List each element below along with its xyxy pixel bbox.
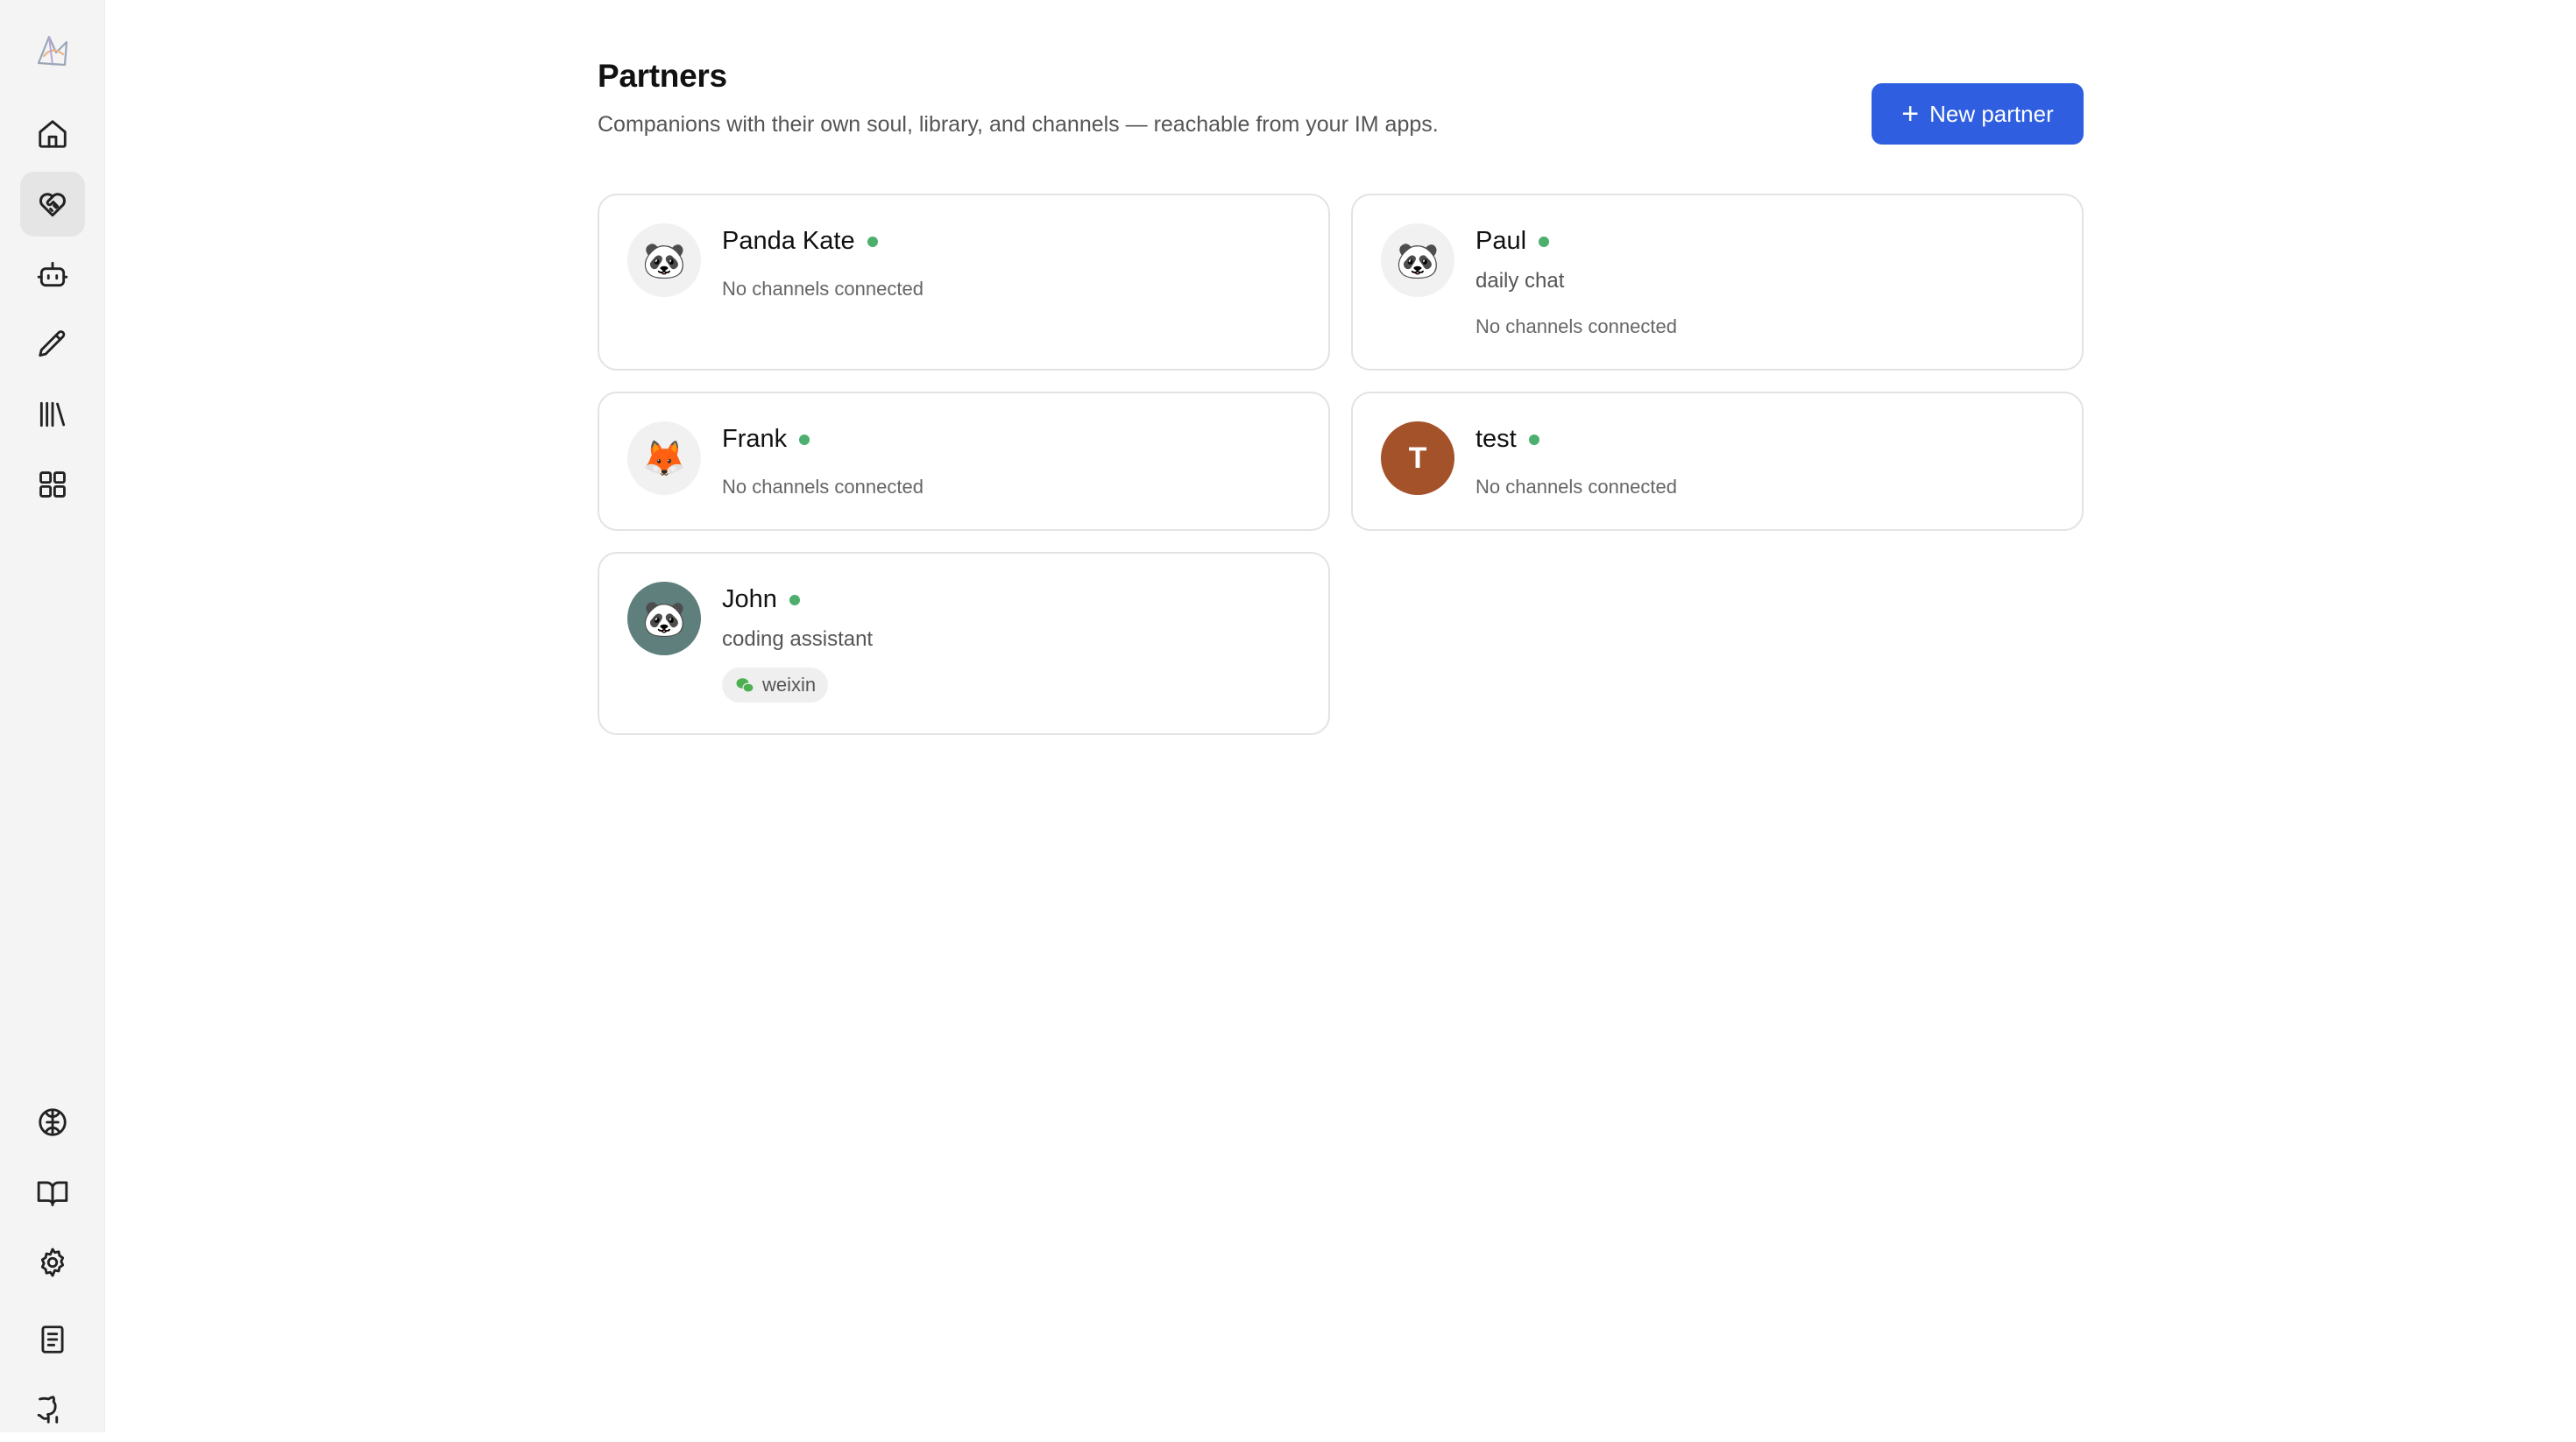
partner-name-row: Frank: [722, 425, 810, 454]
sidebar-item-settings[interactable]: [20, 1230, 85, 1295]
online-status-dot: [867, 236, 878, 247]
partner-name: Paul: [1476, 227, 1527, 255]
pencil-icon: [39, 330, 66, 357]
new-partner-button[interactable]: + New partner: [1872, 83, 2084, 145]
sidebar-item-home[interactable]: [20, 102, 85, 166]
app-logo[interactable]: [32, 30, 74, 72]
grid-icon: [39, 471, 66, 498]
channels-status: No channels connected: [722, 476, 924, 498]
online-status-dot: [789, 594, 800, 605]
gear-icon: [40, 1248, 65, 1277]
document-icon: [41, 1325, 64, 1354]
library-icon: [39, 401, 66, 428]
sidebar-item-agents[interactable]: [20, 242, 85, 307]
partner-name-row: test: [1476, 425, 1539, 454]
partner-name: John: [722, 585, 777, 613]
avatar: 🐼: [627, 582, 701, 655]
partner-name: test: [1476, 425, 1517, 453]
avatar: 🐼: [627, 223, 701, 297]
online-status-dot: [799, 434, 810, 445]
channels-status: No channels connected: [1476, 315, 1677, 337]
partner-name-row: John: [722, 585, 800, 614]
page-title: Partners: [598, 58, 727, 94]
partner-description: daily chat: [1476, 269, 1565, 293]
partner-card[interactable]: T test No channels connected: [1351, 392, 2084, 531]
online-status-dot: [1539, 236, 1550, 247]
partner-card[interactable]: 🐼 Paul daily chat No channels connected: [1351, 194, 2084, 371]
bot-icon: [37, 261, 68, 287]
heart-handshake-icon: [39, 193, 66, 217]
partner-card[interactable]: 🐼 Panda Kate No channels connected: [598, 194, 1330, 371]
brain-icon: [39, 1108, 67, 1136]
avatar: T: [1381, 421, 1454, 495]
sidebar-item-docs[interactable]: [20, 1160, 85, 1225]
sidebar-item-memory[interactable]: [20, 1090, 85, 1155]
sidebar-item-partners[interactable]: [20, 172, 85, 237]
sidebar-item-write[interactable]: [20, 312, 85, 377]
wechat-icon: [736, 678, 754, 693]
app-logo-icon: [37, 35, 68, 67]
partner-name-row: Paul: [1476, 227, 1550, 256]
partner-name: Frank: [722, 425, 788, 453]
channels-status: No channels connected: [1476, 476, 1677, 498]
page-subtitle: Companions with their own soul, library,…: [598, 112, 1439, 137]
partner-card[interactable]: 🦊 Frank No channels connected: [598, 392, 1330, 531]
sidebar-item-apps[interactable]: [20, 452, 85, 517]
partner-description: coding assistant: [722, 627, 874, 651]
channel-chip-label: weixin: [762, 674, 817, 696]
home-icon: [39, 120, 67, 148]
sidebar-item-library[interactable]: [20, 382, 85, 447]
book-open-icon: [37, 1181, 68, 1206]
sidebar-item-notes[interactable]: [20, 1307, 85, 1372]
channel-chip-weixin[interactable]: weixin: [722, 668, 829, 703]
avatar: 🦊: [627, 421, 701, 495]
github-icon: [37, 1396, 59, 1424]
online-status-dot: [1528, 434, 1539, 445]
plus-icon: +: [1901, 97, 1920, 131]
partner-name: Panda Kate: [722, 227, 855, 255]
new-partner-label: New partner: [1929, 100, 2054, 127]
sidebar: [0, 0, 105, 1432]
partner-card[interactable]: 🐼 John coding assistant weixin: [598, 552, 1330, 735]
partner-name-row: Panda Kate: [722, 227, 878, 256]
avatar: 🐼: [1381, 223, 1454, 297]
channels-status: No channels connected: [722, 278, 924, 300]
